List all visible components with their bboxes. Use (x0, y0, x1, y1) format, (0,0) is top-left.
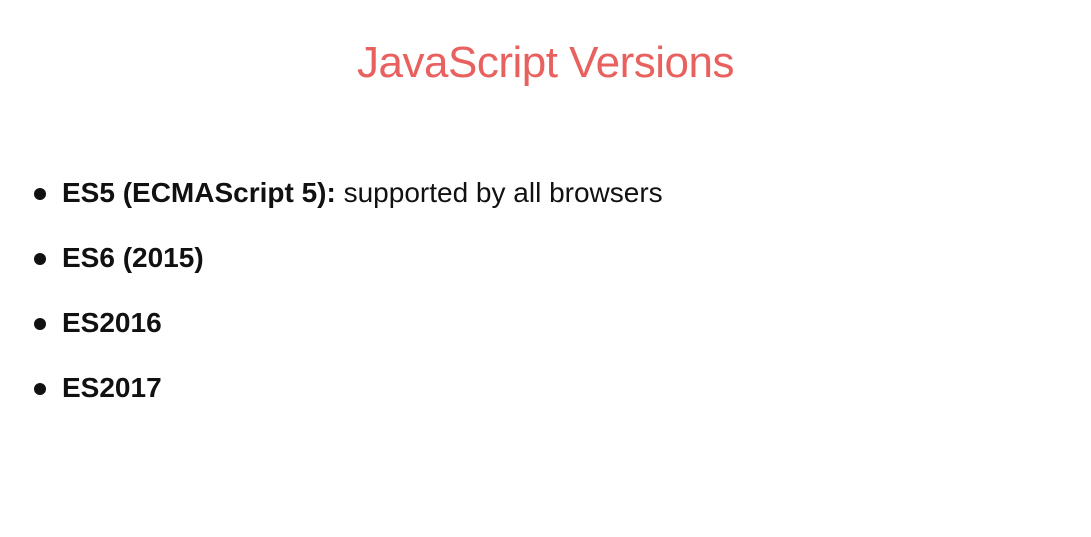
list-item: ES6 (2015) (34, 237, 663, 302)
bullet-icon (34, 318, 46, 330)
bullet-strong-text: ES2016 (62, 307, 162, 338)
bullet-strong-text: ES2017 (62, 372, 162, 403)
list-item: ES2017 (34, 367, 663, 432)
list-item: ES2016 (34, 302, 663, 367)
bullet-strong-text: ES5 (ECMAScript 5): (62, 177, 336, 208)
bullet-icon (34, 188, 46, 200)
bullet-icon (34, 383, 46, 395)
slide: JavaScript Versions ES5 (ECMAScript 5): … (0, 0, 1091, 537)
list-item: ES5 (ECMAScript 5): supported by all bro… (34, 172, 663, 237)
bullet-list: ES5 (ECMAScript 5): supported by all bro… (34, 172, 663, 432)
slide-title: JavaScript Versions (357, 38, 734, 87)
bullet-text: supported by all browsers (335, 177, 663, 208)
bullet-strong-text: ES6 (2015) (62, 242, 204, 273)
bullet-icon (34, 253, 46, 265)
